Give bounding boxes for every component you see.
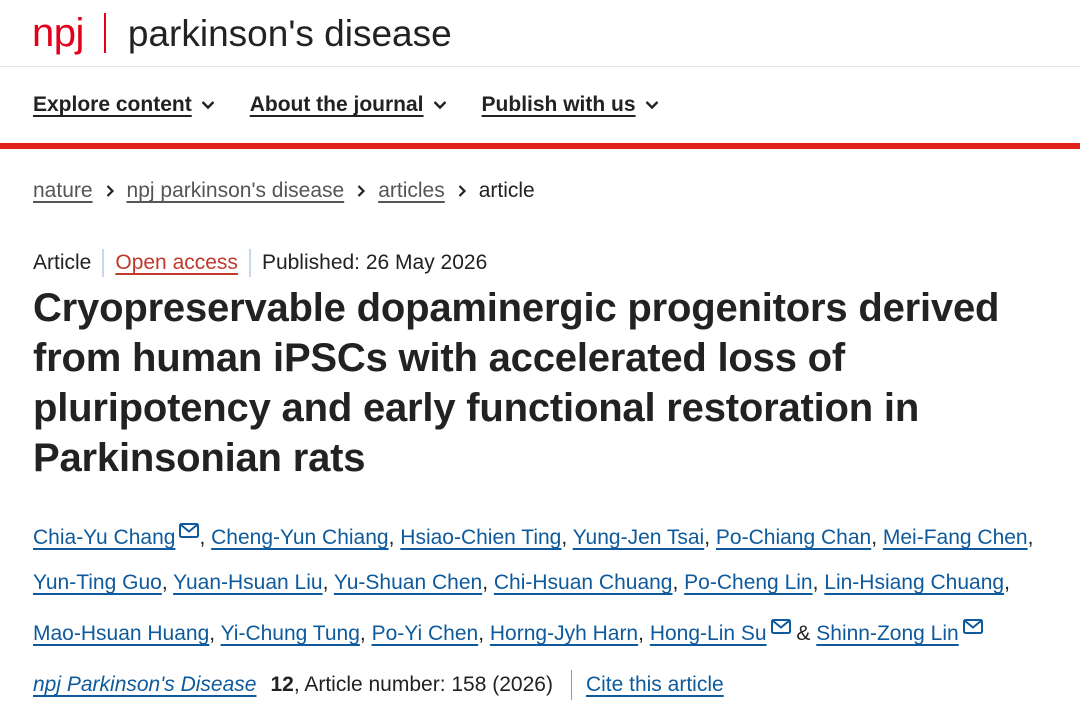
journal-title[interactable]: parkinson's disease [128,15,452,52]
author-link[interactable]: Chia-Yu Chang [33,526,175,549]
nav-about-journal-label[interactable]: About the journal [250,93,424,117]
article-number: , Article number: 158 (2026) [293,673,553,696]
author-separator: , [161,571,168,594]
journal-link[interactable]: npj Parkinson's Disease [33,673,256,697]
author-link[interactable]: Horng-Jyh Harn [490,622,638,645]
breadcrumb-current: article [478,179,535,202]
breadcrumb-articles[interactable]: articles [378,179,445,203]
article-meta: Article Open access Published: 26 May 20… [0,249,1080,277]
nav-explore-content[interactable]: Explore content [33,93,215,117]
author-link[interactable]: Hsiao-Chien Ting [400,526,561,549]
email-icon[interactable] [962,605,983,650]
chevron-right-icon [356,184,366,198]
citation-line: npj Parkinson's Disease 12 , Article num… [0,670,1080,700]
author-separator: , [482,571,489,594]
author-list: Chia-Yu Chang, Cheng-Yun Chiang, Hsiao-C… [33,509,1050,656]
meta-divider [248,249,251,277]
author-link[interactable]: Yi-Chung Tung [221,622,360,645]
author-link[interactable]: Yun-Ting Guo [33,571,162,594]
volume-number: 12 [270,673,294,696]
logo-divider [103,13,106,53]
meta-divider [102,249,105,277]
author-link[interactable]: Lin-Hsiang Chuang [824,571,1004,594]
article-type: Article [33,251,92,274]
author-separator: , [672,571,679,594]
article-title: Cryopreservable dopaminergic progenitors… [33,286,1000,480]
author-link[interactable]: Chi-Hsuan Chuang [494,571,673,594]
author-separator: , [561,526,568,549]
author-link[interactable]: Po-Cheng Lin [684,571,812,594]
author-link[interactable]: Mei-Fang Chen [883,526,1028,549]
nav-about-journal[interactable]: About the journal [250,93,447,117]
site-header: npj parkinson's disease [0,0,1080,67]
author-separator: , [871,526,878,549]
citation-divider [570,670,572,700]
author-ampersand: & [796,622,811,645]
author-link[interactable]: Yu-Shuan Chen [334,571,482,594]
breadcrumb-journal[interactable]: npj parkinson's disease [127,179,345,203]
author-separator: , [322,571,329,594]
author-separator: , [1027,526,1034,549]
author-link[interactable]: Mao-Hsuan Huang [33,622,209,645]
author-link[interactable]: Hong-Lin Su [650,622,767,645]
author-link[interactable]: Po-Yi Chen [372,622,479,645]
author-link[interactable]: Po-Chiang Chan [716,526,871,549]
author-separator: , [812,571,819,594]
chevron-right-icon [105,184,115,198]
chevron-down-icon[interactable] [433,100,447,110]
email-icon[interactable] [179,509,200,554]
chevron-right-icon [457,184,467,198]
npj-logo[interactable]: npj [32,13,84,53]
breadcrumb-nature[interactable]: nature [33,179,93,203]
breadcrumb: nature npj parkinson's disease articles … [0,179,1080,203]
nav-publish-with-us-label[interactable]: Publish with us [482,93,636,117]
author-separator: , [478,622,485,645]
author-link[interactable]: Yuan-Hsuan Liu [173,571,322,594]
author-link[interactable]: Yung-Jen Tsai [573,526,705,549]
author-separator: , [359,622,366,645]
author-link[interactable]: Cheng-Yun Chiang [211,526,388,549]
main-nav: Explore content About the journal Publis… [0,67,1080,149]
nav-explore-content-label[interactable]: Explore content [33,93,192,117]
open-access-link[interactable]: Open access [115,251,238,275]
chevron-down-icon[interactable] [645,100,659,110]
nav-publish-with-us[interactable]: Publish with us [482,93,659,117]
author-separator: , [388,526,395,549]
email-icon[interactable] [770,605,791,650]
author-link[interactable]: Shinn-Zong Lin [816,622,958,645]
chevron-down-icon[interactable] [201,100,215,110]
author-separator: , [704,526,711,549]
author-separator: , [199,526,206,549]
author-separator: , [638,622,644,645]
cite-this-article-link[interactable]: Cite this article [586,673,724,697]
author-separator: , [1004,571,1010,594]
author-separator: , [209,622,216,645]
published-date: Published: 26 May 2026 [261,251,488,274]
